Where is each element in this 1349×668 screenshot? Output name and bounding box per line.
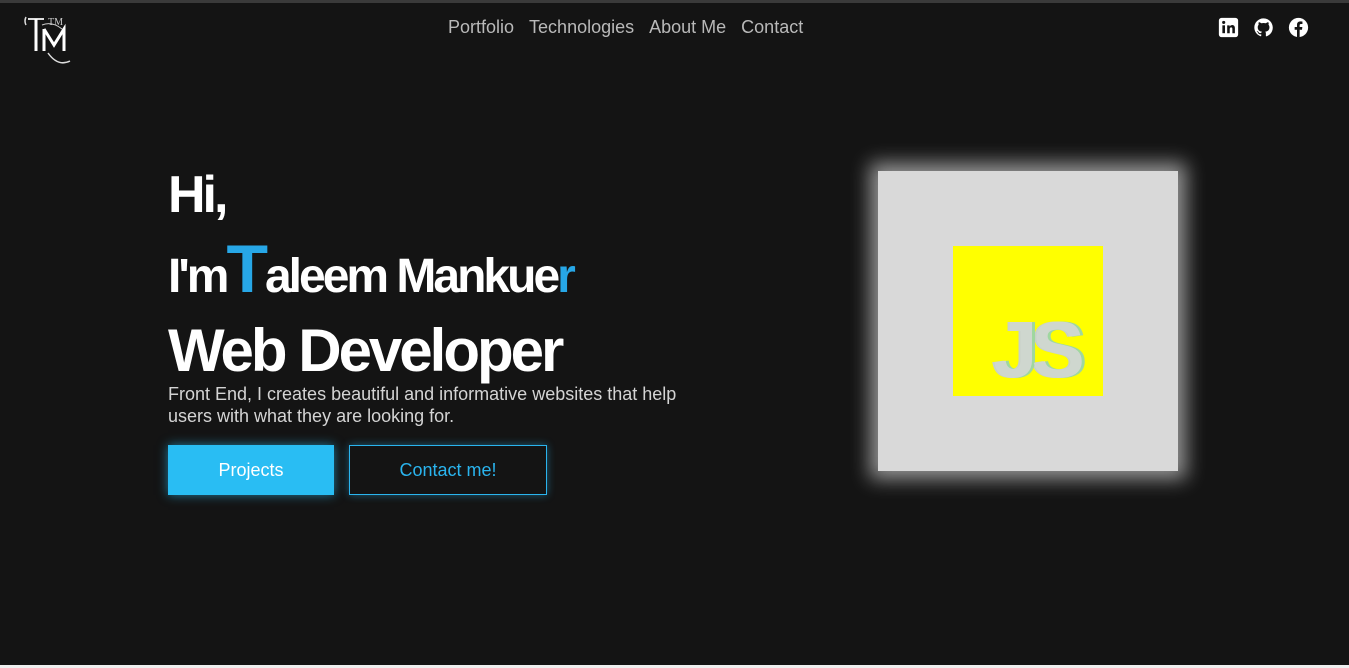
facebook-icon[interactable] — [1288, 17, 1309, 38]
nav-portfolio[interactable]: Portfolio — [448, 17, 514, 37]
javascript-logo-icon: JS — [953, 246, 1103, 396]
projects-button[interactable]: Projects — [168, 445, 334, 495]
name-heading: I'mTaleem Mankuer — [168, 233, 728, 313]
nav-about-me[interactable]: About Me — [649, 17, 726, 37]
js-label: JS — [993, 305, 1085, 394]
github-icon[interactable] — [1253, 17, 1274, 38]
technology-card: JS — [878, 171, 1178, 471]
nav-technologies[interactable]: Technologies — [529, 17, 634, 37]
hero-buttons: Projects Contact me! — [168, 445, 728, 495]
greeting-heading: Hi, — [168, 166, 228, 224]
role-heading: Web Developer — [168, 317, 564, 384]
name-first-letter: T — [226, 231, 268, 307]
nav-contact[interactable]: Contact — [741, 17, 803, 37]
hero-section: Hi, I'mTaleem Mankuer Web Developer Fron… — [168, 163, 728, 495]
name-middle: aleem Mankue — [264, 250, 560, 303]
hero-description: Front End, I creates beautiful and infor… — [168, 384, 677, 426]
linkedin-icon[interactable] — [1218, 17, 1239, 38]
main-nav: Portfolio Technologies About Me Contact — [448, 17, 818, 37]
page: TM Portfolio Technologies About Me Conta… — [0, 0, 1349, 668]
name-prefix: I'm — [168, 250, 229, 303]
svg-text:TM: TM — [48, 17, 63, 28]
name-last-letter: r — [557, 250, 576, 303]
social-links — [1218, 17, 1309, 38]
contact-me-button[interactable]: Contact me! — [349, 445, 547, 495]
tm-logo-icon[interactable]: TM — [22, 11, 78, 67]
